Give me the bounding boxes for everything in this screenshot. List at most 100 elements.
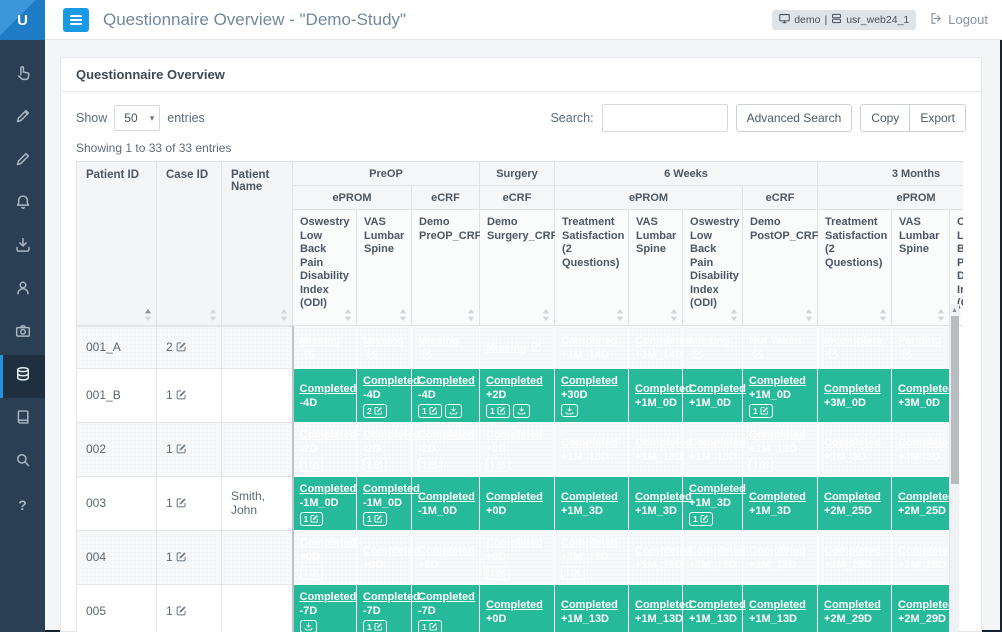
sort-icon[interactable] xyxy=(730,309,738,321)
edit-1-badge[interactable]: 1 xyxy=(418,620,442,632)
edit-status-icon[interactable] xyxy=(902,348,913,362)
status-link[interactable]: Completed xyxy=(486,491,543,503)
status-cell-completed[interactable]: Completed+0D1 xyxy=(480,422,555,476)
status-link[interactable]: Completed xyxy=(749,599,806,611)
status-link[interactable]: Completed xyxy=(749,429,806,441)
status-cell-completed[interactable]: Completed+1M_11D xyxy=(683,530,743,584)
status-cell-completed[interactable]: Completed+1M_3D xyxy=(555,476,629,530)
questionnaire-header[interactable]: VAS Lumbar Spine xyxy=(357,210,412,326)
status-link[interactable]: Completed xyxy=(418,491,475,503)
copy-button[interactable]: Copy xyxy=(860,104,909,132)
session-badge[interactable]: demo | usr_web24_1 xyxy=(772,10,916,30)
menu-toggle-button[interactable] xyxy=(63,8,89,32)
status-cell-completed[interactable]: Completed+1M_13D xyxy=(683,422,743,476)
status-cell-completed[interactable]: Completed+1M_11D1 xyxy=(555,530,629,584)
vertical-scrollbar[interactable]: ▲ xyxy=(949,304,959,632)
edit-status-icon[interactable] xyxy=(367,348,378,362)
status-cell-completed[interactable]: Completed-1M_0D xyxy=(412,476,480,530)
status-link[interactable]: Completed xyxy=(898,437,949,449)
status-link[interactable]: Completed xyxy=(486,599,543,611)
status-cell-completed[interactable]: Completed-2D1 xyxy=(412,422,480,476)
status-cell-completed[interactable]: Completed-2D2 xyxy=(357,422,412,476)
status-cell-missing[interactable]: Missing xyxy=(683,326,743,368)
questionnaire-header[interactable]: Oswestry Low Back Pain Disability Index … xyxy=(293,210,357,326)
status-cell-completed[interactable]: Completed-7D1 xyxy=(412,584,480,632)
status-link[interactable]: Missing xyxy=(486,342,527,354)
status-link[interactable]: Completed xyxy=(824,599,881,611)
sidebar-item-user[interactable] xyxy=(0,269,45,312)
status-cell-completed[interactable]: Completed-4D2 xyxy=(357,368,412,422)
status-cell-completed[interactable]: Completed+2M_25D xyxy=(892,476,950,530)
status-cell-completed[interactable]: Completed+1M_13D xyxy=(629,422,683,476)
status-cell-completed[interactable]: Completed+1M_13D1 xyxy=(743,422,818,476)
edit-case-icon[interactable] xyxy=(176,551,187,565)
status-cell-completed[interactable]: Completed+0D xyxy=(357,530,412,584)
status-link[interactable]: Completed xyxy=(363,545,420,557)
download-badge[interactable] xyxy=(561,404,578,417)
status-link[interactable]: Completed xyxy=(486,375,543,387)
status-link[interactable]: Completed xyxy=(300,537,357,549)
edit-2-badge[interactable]: 2 xyxy=(363,404,387,418)
status-link[interactable]: Completed xyxy=(561,491,618,503)
status-link[interactable]: Completed xyxy=(418,375,475,387)
status-link[interactable]: Completed xyxy=(635,335,692,347)
edit-1-badge[interactable]: 1 xyxy=(749,404,773,418)
sort-icon[interactable] xyxy=(280,309,288,321)
status-cell-completed[interactable]: Completed+1M_3D xyxy=(743,476,818,530)
edit-status-icon[interactable] xyxy=(828,348,839,362)
status-link[interactable]: Completed xyxy=(689,383,746,395)
status-link[interactable]: Completed xyxy=(898,599,949,611)
sidebar-item-download[interactable] xyxy=(0,226,45,269)
download-badge[interactable] xyxy=(300,620,317,632)
edit-1-badge[interactable]: 1 xyxy=(300,512,324,526)
edit-status-icon[interactable] xyxy=(693,348,704,362)
page-size-select[interactable]: 50 ▾ xyxy=(114,105,160,131)
questionnaire-header[interactable]: Demo PostOP_CRF xyxy=(743,210,818,326)
export-button[interactable]: Export xyxy=(909,104,966,132)
edit-case-icon[interactable] xyxy=(176,605,187,619)
scroll-up-arrow[interactable]: ▲ xyxy=(950,304,959,316)
sort-icon[interactable] xyxy=(144,309,152,321)
questionnaire-header[interactable]: Demo PreOP_CRF xyxy=(412,210,480,326)
status-cell-completed[interactable]: Completed+30D xyxy=(555,368,629,422)
status-cell-completed[interactable]: Completed+1M_13D xyxy=(629,584,683,632)
status-link[interactable]: Completed xyxy=(749,491,806,503)
status-cell-incomplete[interactable]: Incomplete xyxy=(818,326,892,368)
status-link[interactable]: Completed xyxy=(635,491,692,503)
app-logo[interactable]: U xyxy=(0,0,45,40)
status-cell-missing[interactable]: Missing xyxy=(293,326,357,368)
status-cell-completed[interactable]: Completed-2D1 xyxy=(293,422,357,476)
status-cell-completed[interactable]: Completed+1M_13D xyxy=(683,584,743,632)
edit-status-icon[interactable] xyxy=(531,341,542,355)
status-cell-completed[interactable]: Completed+0D1 xyxy=(293,530,357,584)
status-cell-completed[interactable]: Completed+1M_0D xyxy=(683,368,743,422)
column-header-patient-id[interactable]: Patient ID xyxy=(77,162,157,326)
sidebar-item-hand-pointer[interactable] xyxy=(0,54,45,97)
sidebar-item-database[interactable] xyxy=(0,355,45,398)
status-link[interactable]: Completed xyxy=(486,429,543,441)
status-cell-completed[interactable]: Completed+1M_13D xyxy=(555,422,629,476)
status-link[interactable]: Completed xyxy=(300,483,357,495)
edit-status-icon[interactable] xyxy=(422,348,433,362)
status-link[interactable]: Completed xyxy=(635,383,692,395)
status-cell-completed[interactable]: Completed+3M_3D xyxy=(818,422,892,476)
status-cell-completed[interactable]: Completed+1M_0D1 xyxy=(743,368,818,422)
status-link[interactable]: Completed xyxy=(824,491,881,503)
status-link[interactable]: Completed xyxy=(635,545,692,557)
status-cell-completed[interactable]: Completed-1M_0D1 xyxy=(293,476,357,530)
status-cell-completed[interactable]: Completed+2M_29D xyxy=(892,584,950,632)
edit-1-badge[interactable]: 1 xyxy=(363,620,387,632)
sidebar-item-camera[interactable] xyxy=(0,312,45,355)
status-cell-completed[interactable]: Completed+0D1 xyxy=(480,530,555,584)
status-cell-completed[interactable]: Completed+2M_25D xyxy=(818,530,892,584)
status-link[interactable]: Completed xyxy=(300,383,357,395)
sidebar-item-address-book[interactable] xyxy=(0,398,45,441)
edit-1-badge[interactable]: 1 xyxy=(486,404,510,418)
status-link[interactable]: Completed xyxy=(300,591,357,603)
status-link[interactable]: Completed xyxy=(898,491,949,503)
column-header-patient-name[interactable]: Patient Name xyxy=(222,162,293,326)
sidebar-item-bell[interactable] xyxy=(0,183,45,226)
status-link[interactable]: Missing xyxy=(689,335,730,347)
status-link[interactable]: Completed xyxy=(300,429,357,441)
status-link[interactable]: Completed xyxy=(363,591,420,603)
